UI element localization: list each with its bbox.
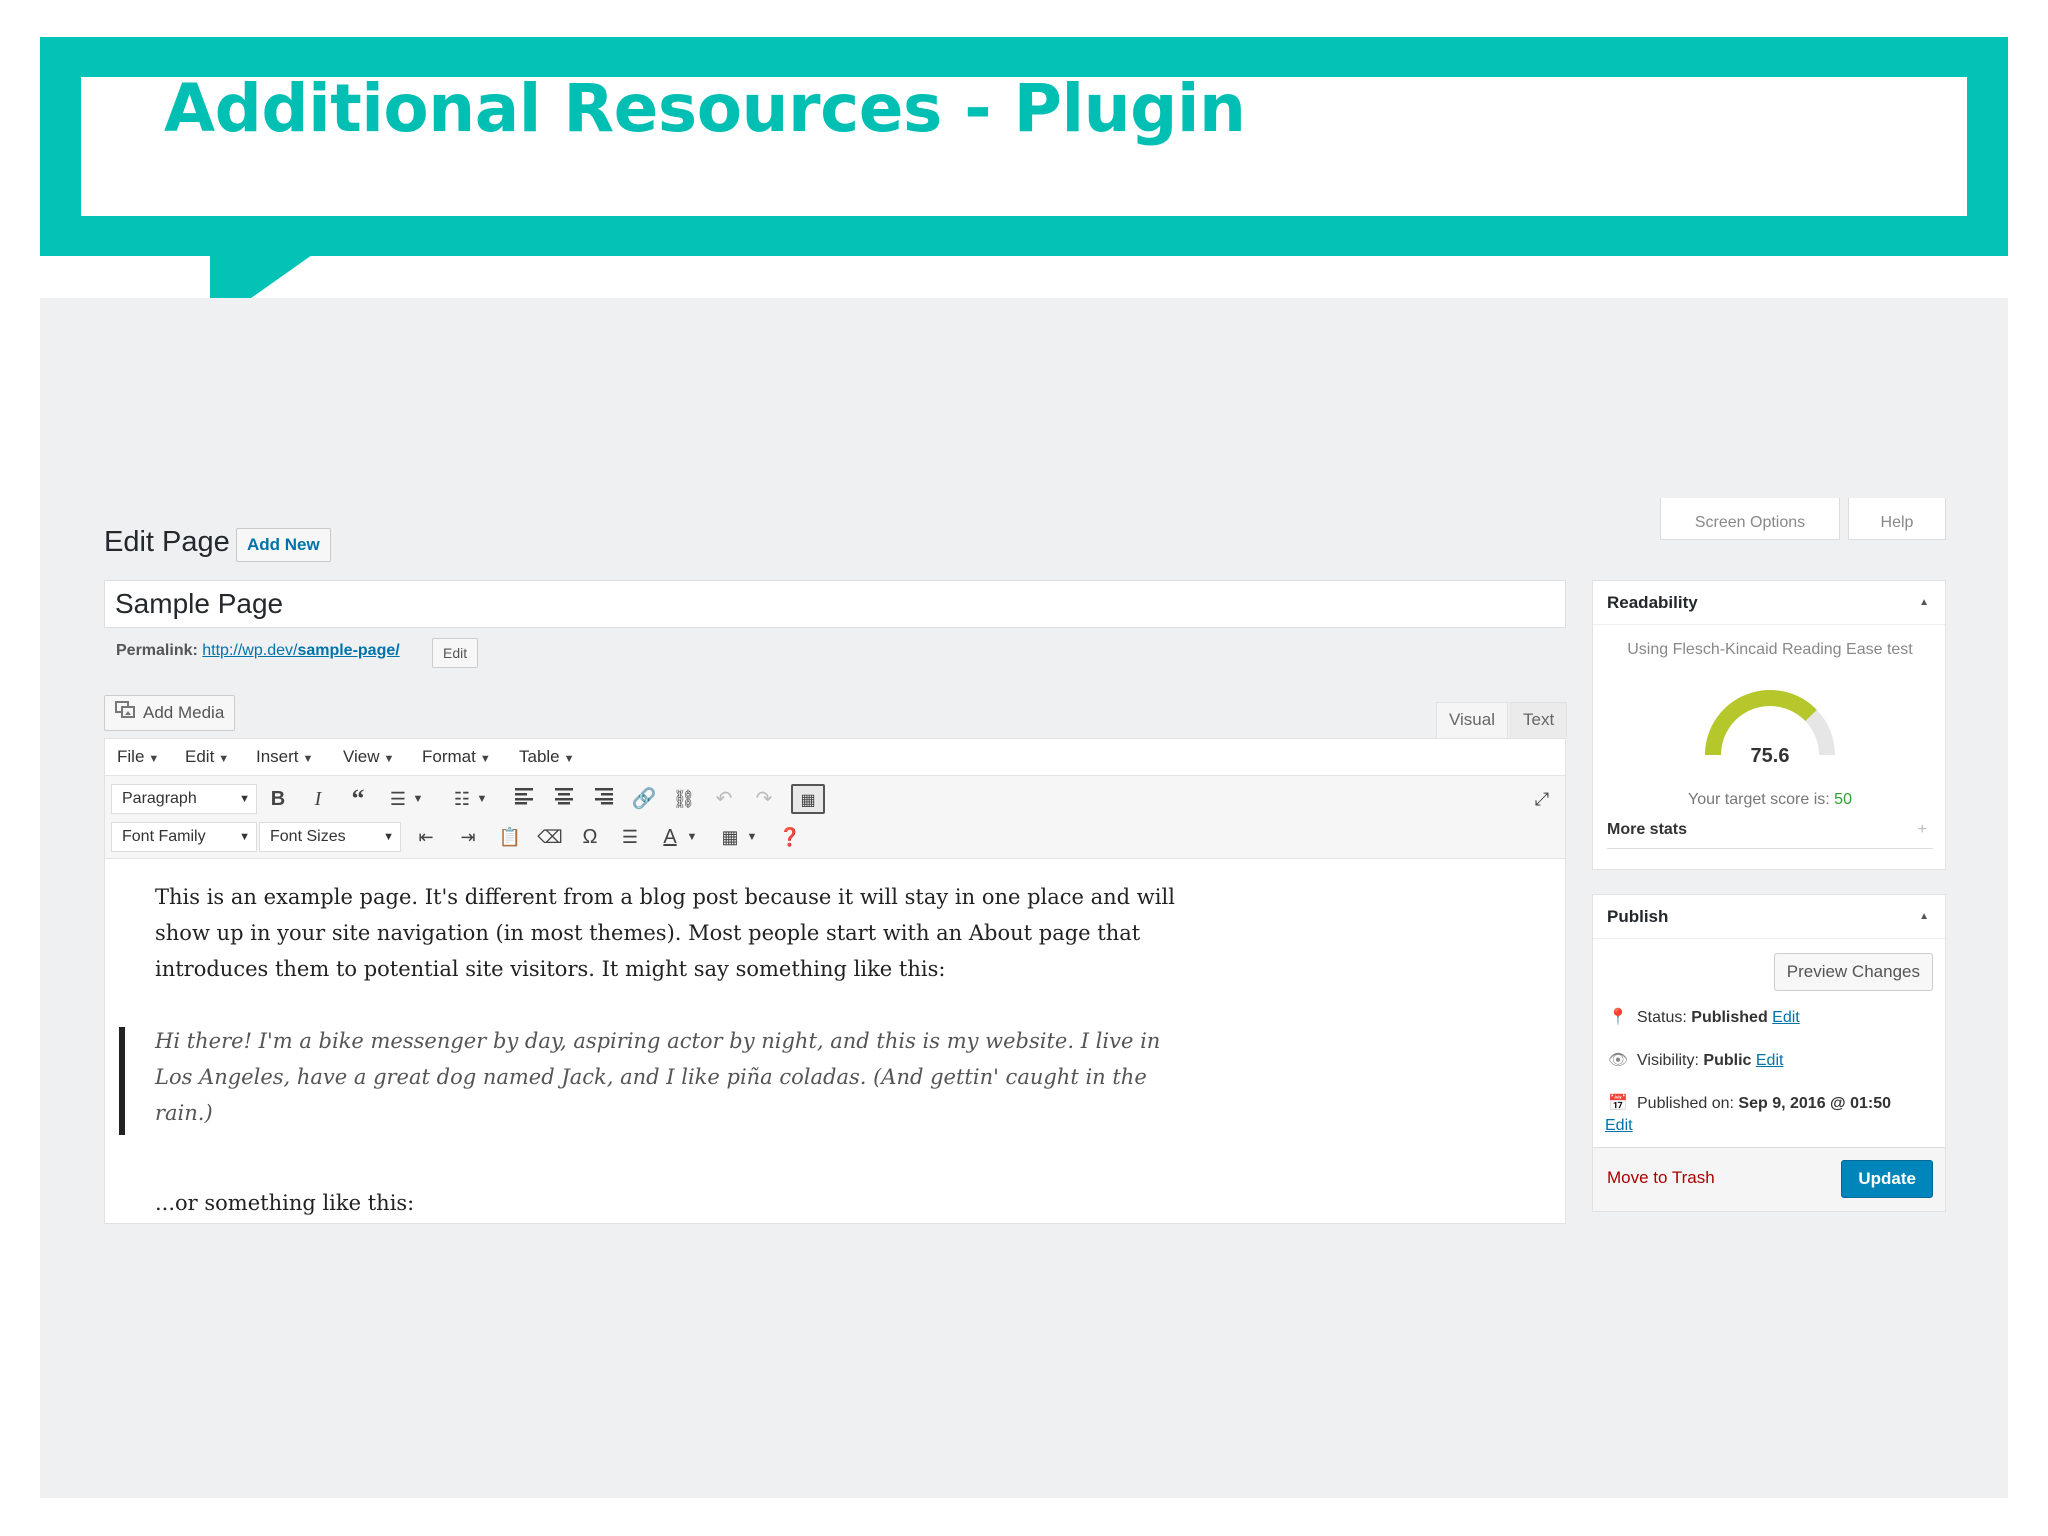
caret-down-icon: ▼	[148, 753, 160, 765]
permalink-label: Permalink:	[116, 642, 198, 659]
readability-box: Readability ▲ Using Flesch-Kincaid Readin…	[1592, 580, 1946, 870]
table-icon[interactable]: ▦	[715, 822, 745, 852]
content-paragraph: This is an example page. It's different …	[155, 885, 1175, 981]
editor: File ▼ Edit ▼ Insert ▼ View ▼ Format ▼ Table ▼…	[104, 738, 1566, 1224]
font-family-select[interactable]: Font Family ▼	[111, 822, 257, 852]
plus-icon: +	[1917, 821, 1927, 838]
published-edit-row: Edit	[1605, 1117, 1633, 1135]
bullet-list-icon[interactable]: ☰	[383, 784, 413, 814]
pin-icon: 📍	[1608, 1009, 1628, 1026]
permalink-base: http://wp.dev/	[202, 642, 298, 659]
published-on-row: 📅 Published on: Sep 9, 2016 @ 01:50	[1608, 1095, 1892, 1112]
italic-icon[interactable]: I	[303, 784, 333, 814]
screen-options-tab[interactable]: Screen Options	[1660, 498, 1840, 540]
menu-insert[interactable]: Insert ▼	[256, 747, 313, 767]
add-media-label: Add Media	[143, 703, 225, 722]
menu-view[interactable]: View ▼	[343, 747, 394, 767]
target-score: Your target score is: 50	[1688, 791, 1852, 808]
bold-icon[interactable]: B	[263, 784, 293, 814]
readability-header[interactable]: Readability ▲	[1593, 581, 1945, 625]
permalink-link[interactable]: http://wp.dev/sample-page/	[202, 642, 399, 659]
content-paragraph: ...or something like this:	[155, 1191, 415, 1215]
permalink-slug: sample-page/	[297, 642, 400, 659]
text-color-icon[interactable]: A	[655, 822, 685, 852]
permalink-edit-button[interactable]: Edit	[432, 638, 479, 668]
blockquote-icon[interactable]: “	[343, 784, 373, 814]
eye-icon: 👁	[1607, 1052, 1629, 1069]
move-to-trash-link[interactable]: Move to Trash	[1607, 1168, 1715, 1188]
readability-subtitle: Using Flesch-Kincaid Reading Ease test	[1627, 641, 1913, 658]
editor-menubar: File ▼ Edit ▼ Insert ▼ View ▼ Format ▼ Table ▼	[105, 739, 1565, 775]
collapse-arrow-icon[interactable]: ▲	[1919, 895, 1929, 939]
fullscreen-icon[interactable]: ⤢	[1527, 784, 1557, 814]
blockquote-bar	[119, 1027, 125, 1135]
menu-file[interactable]: File ▼	[117, 747, 159, 767]
add-new-button[interactable]: Add New	[236, 528, 331, 562]
menu-table[interactable]: Table ▼	[519, 747, 575, 767]
slide-title: Additional Resources - Plugin	[164, 70, 1246, 147]
caret-down-icon: ▼	[239, 831, 250, 843]
wp-editor-screenshot: Screen Options Help Edit Page Add New Sa…	[40, 298, 2008, 1498]
caret-down-icon[interactable]: ▼	[745, 822, 759, 852]
align-center-icon[interactable]	[549, 784, 579, 814]
caret-down-icon: ▼	[383, 753, 395, 765]
publish-header[interactable]: Publish ▲	[1593, 895, 1945, 939]
caret-down-icon[interactable]: ▼	[685, 822, 699, 852]
caret-down-icon: ▼	[383, 831, 394, 843]
tab-text[interactable]: Text	[1510, 702, 1568, 738]
paragraph-format-select[interactable]: Paragraph ▼	[111, 784, 257, 814]
caret-down-icon[interactable]: ▼	[475, 784, 489, 814]
post-title-input[interactable]: Sample Page	[104, 580, 1566, 628]
toolbar-toggle-icon[interactable]: ▦	[791, 784, 825, 814]
unlink-icon[interactable]: ⛓	[669, 784, 699, 814]
caret-down-icon: ▼	[479, 753, 491, 765]
preview-changes-button[interactable]: Preview Changes	[1773, 953, 1933, 991]
align-right-icon[interactable]	[589, 784, 619, 814]
undo-icon[interactable]: ↶	[709, 784, 739, 814]
caret-down-icon: ▼	[218, 753, 230, 765]
clear-formatting-icon[interactable]: ⌫	[535, 822, 565, 852]
outdent-icon[interactable]: ⇤	[411, 822, 441, 852]
special-character-icon[interactable]: Ω	[575, 822, 605, 852]
calendar-icon: 📅	[1608, 1095, 1628, 1112]
published-edit-link[interactable]: Edit	[1605, 1117, 1633, 1134]
menu-format[interactable]: Format ▼	[422, 747, 491, 767]
help-icon[interactable]: ❓	[775, 822, 805, 852]
publish-actions: Move to Trash Update	[1593, 1147, 1945, 1211]
link-icon[interactable]: 🔗	[629, 784, 659, 814]
horizontal-line-icon[interactable]: ☰	[615, 822, 645, 852]
menu-edit[interactable]: Edit ▼	[185, 747, 229, 767]
caret-down-icon[interactable]: ▼	[411, 784, 425, 814]
publish-box: Publish ▲ Preview Changes 📍 Status: Publis…	[1592, 894, 1946, 1212]
visibility-edit-link[interactable]: Edit	[1756, 1052, 1784, 1069]
media-icon	[115, 696, 137, 730]
page-title: Edit Page	[104, 526, 230, 558]
indent-icon[interactable]: ⇥	[453, 822, 483, 852]
caret-down-icon: ▼	[563, 753, 575, 765]
paste-text-icon[interactable]: 📋	[495, 822, 525, 852]
add-media-button[interactable]: Add Media	[104, 695, 236, 731]
editor-toolbar: Paragraph ▼ B I “ ☰ ▼ ☷ ▼ 🔗 ⛓ ↶ ↷ ▦ ⤢ Fo…	[105, 775, 1565, 859]
content-blockquote: Hi there! I'm a bike messenger by day, a…	[155, 1029, 1161, 1125]
numbered-list-icon[interactable]: ☷	[447, 784, 477, 814]
caret-down-icon: ▼	[239, 793, 250, 805]
caret-down-icon: ▼	[302, 753, 314, 765]
tab-visual[interactable]: Visual	[1436, 702, 1508, 738]
more-stats-toggle[interactable]: More stats +	[1607, 821, 1933, 849]
readability-score: 75.6	[1750, 745, 1790, 767]
status-row: 📍 Status: Published Edit	[1608, 1009, 1800, 1026]
help-tab[interactable]: Help	[1848, 498, 1946, 540]
align-left-icon[interactable]	[509, 784, 539, 814]
update-button[interactable]: Update	[1841, 1160, 1933, 1198]
target-score-value: 50	[1834, 791, 1852, 808]
font-sizes-select[interactable]: Font Sizes ▼	[259, 822, 401, 852]
visibility-row: 👁 Visibility: Public Edit	[1607, 1052, 1784, 1069]
redo-icon[interactable]: ↷	[749, 784, 779, 814]
status-edit-link[interactable]: Edit	[1772, 1009, 1800, 1026]
permalink-row: Permalink: http://wp.dev/sample-page/	[116, 642, 400, 660]
collapse-arrow-icon[interactable]: ▲	[1919, 581, 1929, 625]
